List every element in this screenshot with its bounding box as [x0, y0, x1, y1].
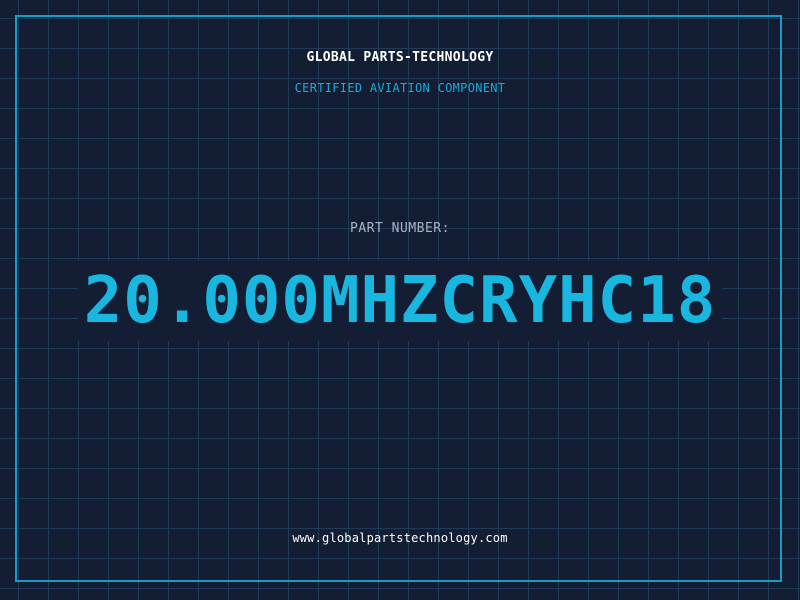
part-number-container: 20.000MHZCRYHC18 [0, 256, 800, 346]
part-number-value: 20.000MHZCRYHC18 [77, 261, 723, 341]
website-url: www.globalpartstechnology.com [292, 531, 508, 545]
certification-tagline: CERTIFIED AVIATION COMPONENT [294, 81, 506, 95]
company-name: GLOBAL PARTS-TECHNOLOGY [306, 50, 494, 65]
part-label-card: GLOBAL PARTS-TECHNOLOGY CERTIFIED AVIATI… [0, 0, 800, 600]
part-number-label: PART NUMBER: [350, 221, 450, 236]
